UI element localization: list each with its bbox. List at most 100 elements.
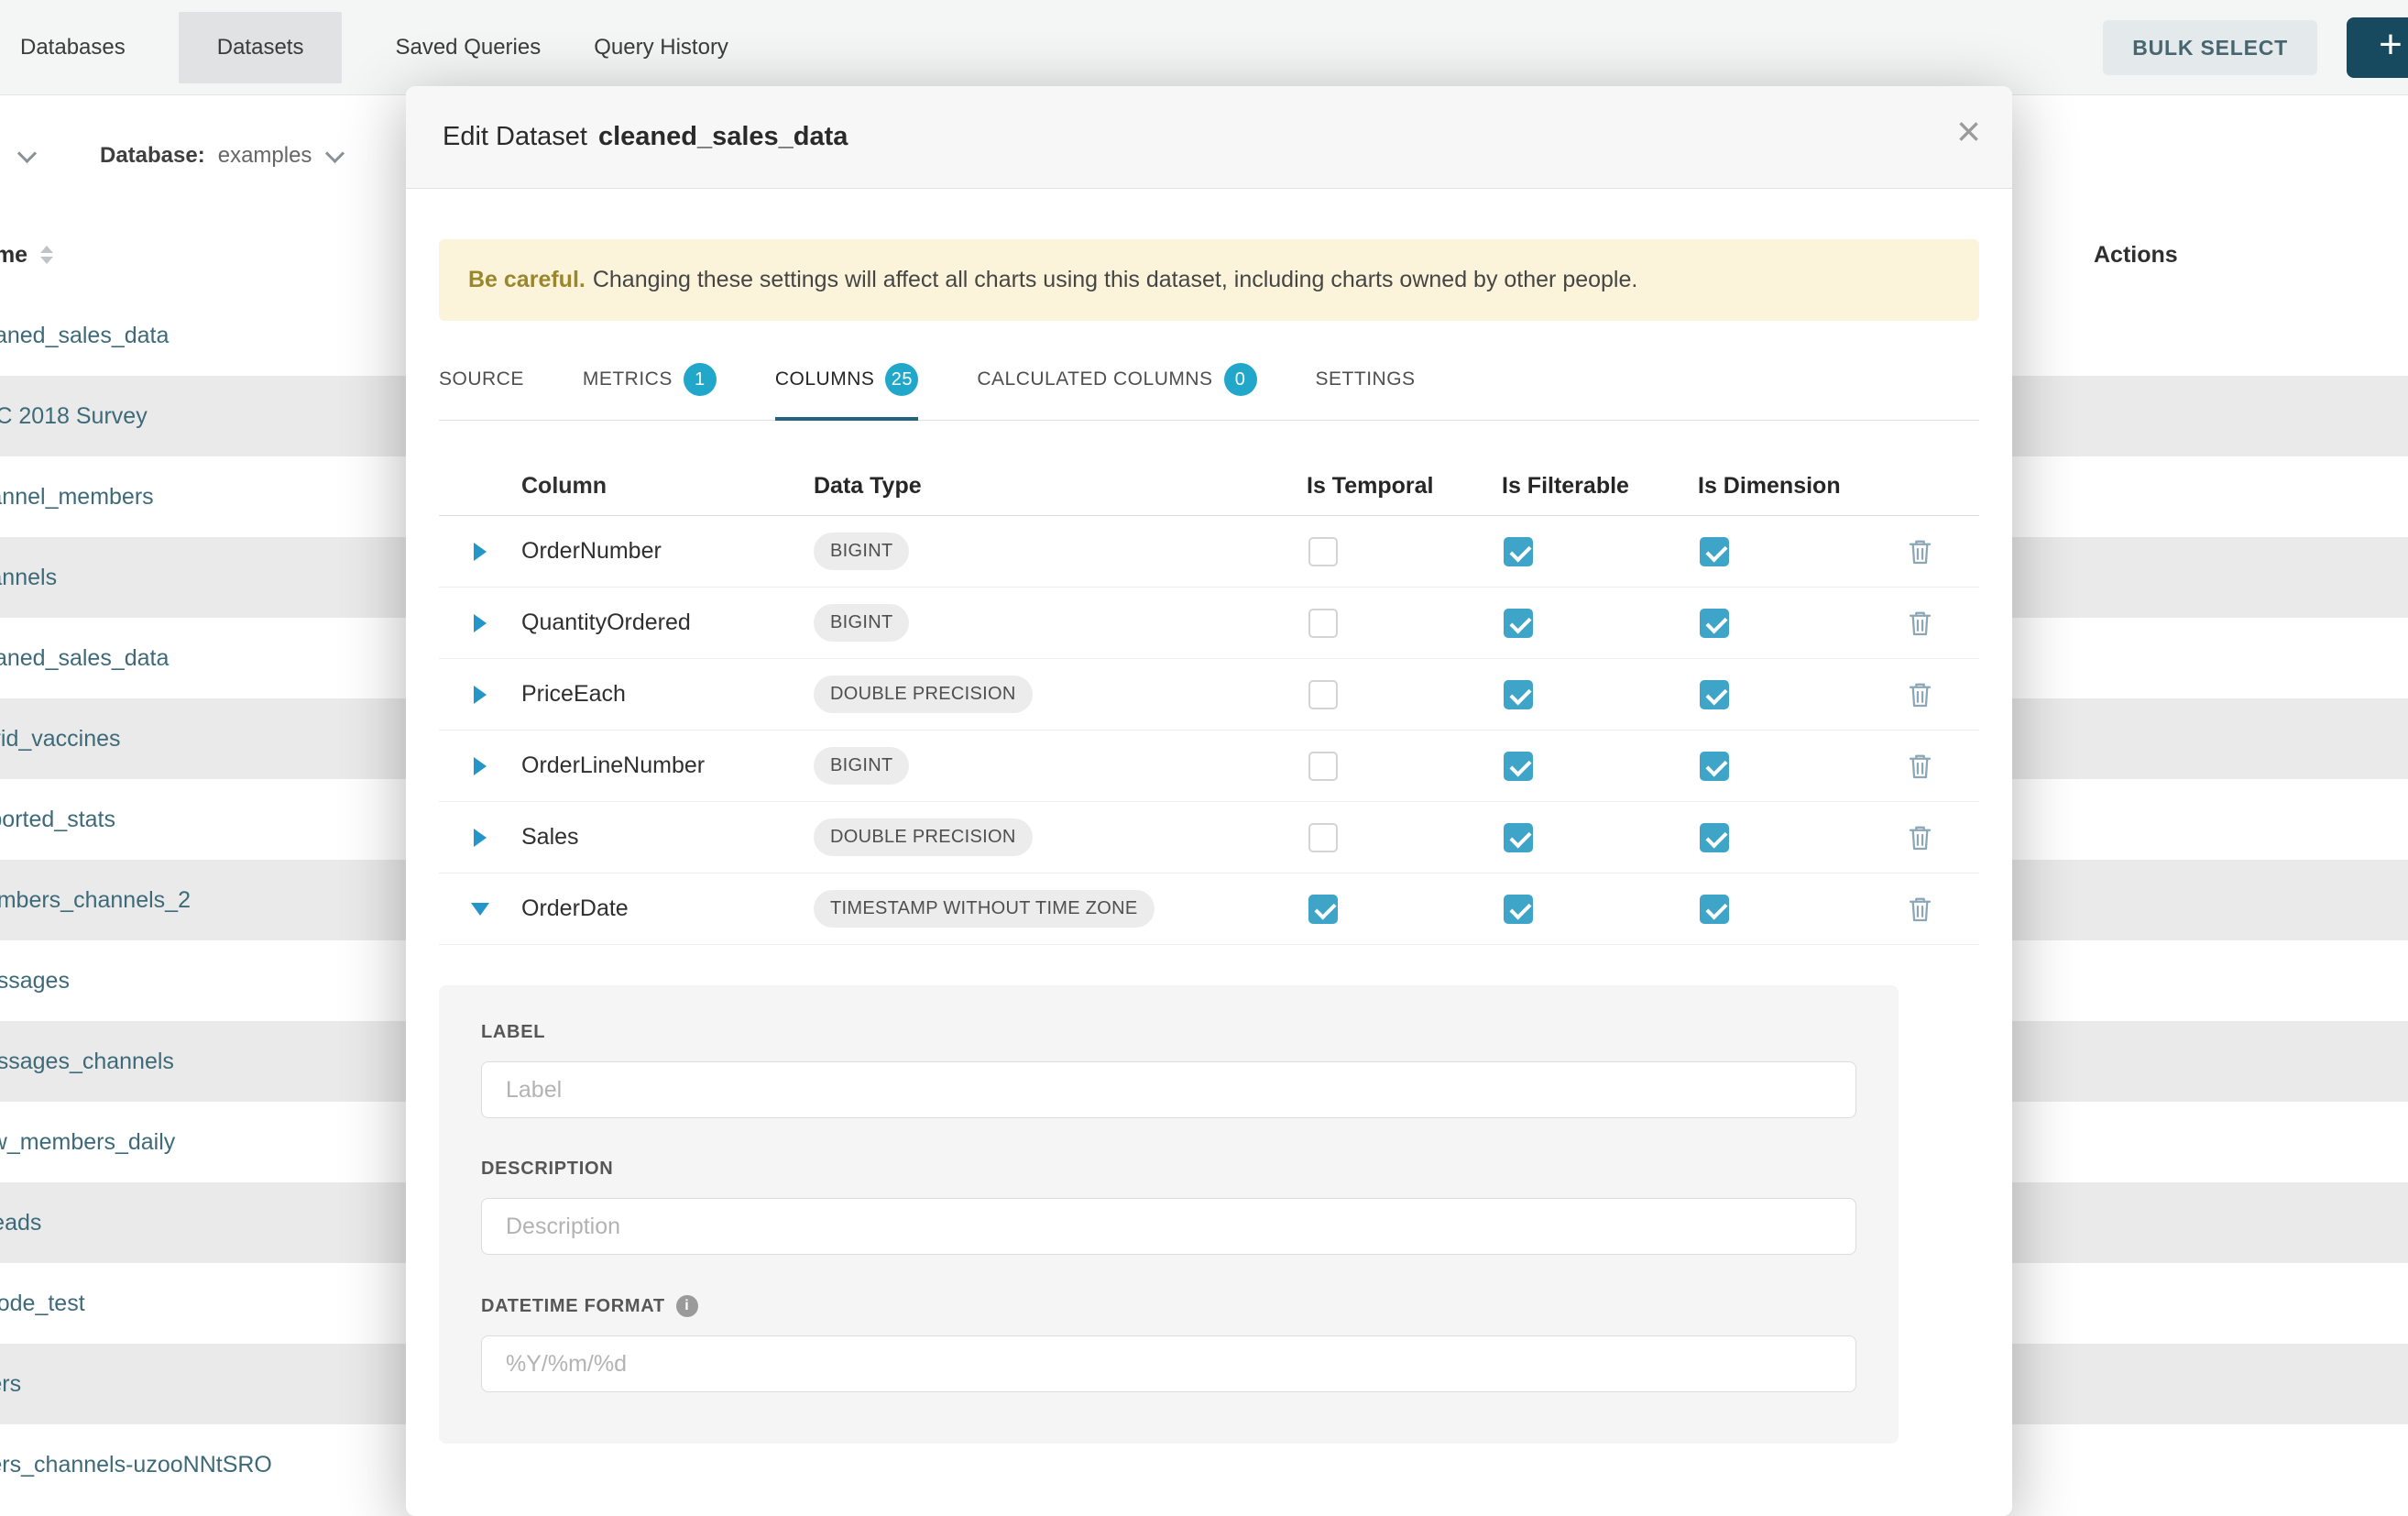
- is-temporal-checkbox[interactable]: [1308, 823, 1338, 852]
- dataset-link[interactable]: exported_stats: [0, 807, 115, 833]
- dataset-link[interactable]: channel_members: [0, 484, 154, 511]
- is-filterable-checkbox[interactable]: [1504, 609, 1533, 638]
- dataset-link[interactable]: new_members_daily: [0, 1129, 175, 1156]
- dataset-link[interactable]: cleaned_sales_data: [0, 323, 169, 349]
- data-type-pill: BIGINT: [814, 747, 909, 785]
- is-dimension-header: Is Dimension: [1698, 473, 1920, 500]
- is-filterable-checkbox[interactable]: [1504, 895, 1533, 924]
- data-type-cell: DOUBLE PRECISION: [814, 818, 1307, 856]
- modal-tab-metrics[interactable]: METRICS1: [583, 363, 717, 420]
- close-icon[interactable]: ×: [1956, 110, 1981, 152]
- label-field-group: LABEL: [481, 1022, 1856, 1118]
- dataset-link[interactable]: messages_channels: [0, 1049, 174, 1075]
- dataset-link[interactable]: users_channels-uzooNNtSRO: [0, 1452, 272, 1478]
- expand-toggle[interactable]: [439, 903, 521, 916]
- data-type-pill: DOUBLE PRECISION: [814, 818, 1033, 856]
- data-type-pill: DOUBLE PRECISION: [814, 676, 1033, 713]
- is-dimension-checkbox[interactable]: [1700, 680, 1729, 709]
- is-filterable-checkbox[interactable]: [1504, 752, 1533, 781]
- data-type-cell: TIMESTAMP WITHOUT TIME ZONE: [814, 890, 1307, 928]
- trash-icon: [1908, 753, 1932, 780]
- label-input[interactable]: [481, 1061, 1856, 1118]
- is-temporal-checkbox[interactable]: [1308, 680, 1338, 709]
- delete-column-button[interactable]: [1908, 753, 1979, 780]
- nav-tab-databases[interactable]: Databases: [20, 35, 126, 60]
- datetime-format-field-label: DATETIME FORMAT i: [481, 1295, 1856, 1317]
- data-type-cell: BIGINT: [814, 533, 1307, 570]
- column-row: OrderNumberBIGINT: [439, 516, 1979, 588]
- column-row: SalesDOUBLE PRECISION: [439, 802, 1979, 873]
- dataset-link[interactable]: channels: [0, 565, 57, 591]
- expand-toggle[interactable]: [439, 829, 521, 847]
- bulk-select-button[interactable]: BULK SELECT: [2103, 20, 2317, 75]
- delete-column-button[interactable]: [1908, 824, 1979, 851]
- filterable-cell: [1502, 680, 1698, 709]
- database-filter-value: examples: [218, 143, 312, 169]
- dataset-link[interactable]: users: [0, 1371, 21, 1398]
- edit-dataset-modal: Edit Dataset cleaned_sales_data × Be car…: [406, 86, 2012, 1516]
- nav-tab-query-history[interactable]: Query History: [594, 35, 728, 60]
- expand-toggle[interactable]: [439, 543, 521, 561]
- is-filterable-checkbox[interactable]: [1504, 680, 1533, 709]
- dataset-link[interactable]: qrcode_test: [0, 1291, 85, 1317]
- data-type-header: Data Type: [814, 473, 1307, 500]
- datetime-format-input[interactable]: [481, 1335, 1856, 1392]
- description-input[interactable]: [481, 1198, 1856, 1255]
- dataset-link[interactable]: FCC 2018 Survey: [0, 403, 148, 430]
- dataset-link[interactable]: covid_vaccines: [0, 726, 121, 753]
- column-name: PriceEach: [521, 681, 814, 708]
- name-column-header: Name: [0, 242, 27, 269]
- is-filterable-checkbox[interactable]: [1504, 823, 1533, 852]
- dataset-link[interactable]: messages: [0, 968, 70, 994]
- dataset-link[interactable]: members_channels_2: [0, 887, 191, 914]
- add-dataset-button[interactable]: +: [2347, 17, 2408, 78]
- is-dimension-checkbox[interactable]: [1700, 752, 1729, 781]
- data-type-pill: BIGINT: [814, 533, 909, 570]
- delete-column-button[interactable]: [1908, 610, 1979, 637]
- is-dimension-checkbox[interactable]: [1700, 823, 1729, 852]
- expand-toggle[interactable]: [439, 757, 521, 775]
- dimension-cell: [1698, 895, 1920, 924]
- columns-table-header: Column Data Type Is Temporal Is Filterab…: [439, 457, 1979, 516]
- info-icon[interactable]: i: [676, 1295, 698, 1317]
- is-temporal-header: Is Temporal: [1307, 473, 1502, 500]
- is-dimension-checkbox[interactable]: [1700, 609, 1729, 638]
- columns-table: Column Data Type Is Temporal Is Filterab…: [439, 457, 1979, 945]
- is-dimension-checkbox[interactable]: [1700, 537, 1729, 566]
- is-dimension-checkbox[interactable]: [1700, 895, 1729, 924]
- modal-tab-columns[interactable]: COLUMNS25: [775, 363, 919, 420]
- nav-tab-saved-queries[interactable]: Saved Queries: [395, 35, 541, 60]
- delete-column-button[interactable]: [1908, 538, 1979, 566]
- chevron-down-icon[interactable]: [17, 144, 37, 163]
- nav-tab-datasets[interactable]: Datasets: [179, 12, 343, 83]
- delete-column-button[interactable]: [1908, 895, 1979, 923]
- is-temporal-checkbox[interactable]: [1308, 752, 1338, 781]
- modal-title-prefix: Edit Dataset: [443, 122, 587, 152]
- trash-icon: [1908, 895, 1932, 923]
- filterable-cell: [1502, 537, 1698, 566]
- is-temporal-checkbox[interactable]: [1308, 537, 1338, 566]
- column-row: QuantityOrderedBIGINT: [439, 588, 1979, 659]
- dataset-link[interactable]: threads: [0, 1210, 41, 1236]
- modal-tab-source[interactable]: SOURCE: [439, 363, 524, 420]
- dataset-link[interactable]: cleaned_sales_data: [0, 645, 169, 672]
- database-filter-label: Database:: [100, 143, 205, 169]
- is-filterable-checkbox[interactable]: [1504, 537, 1533, 566]
- sort-icon[interactable]: [40, 246, 53, 264]
- caret-right-icon: [474, 543, 487, 561]
- dimension-cell: [1698, 752, 1920, 781]
- dimension-cell: [1698, 609, 1920, 638]
- datetime-format-field-group: DATETIME FORMAT i: [481, 1295, 1856, 1392]
- column-header: Column: [521, 473, 814, 500]
- expand-toggle[interactable]: [439, 686, 521, 704]
- modal-tab-calculated-columns[interactable]: CALCULATED COLUMNS0: [977, 363, 1256, 420]
- is-temporal-checkbox[interactable]: [1308, 895, 1338, 924]
- column-name: QuantityOrdered: [521, 610, 814, 636]
- database-filter-select[interactable]: Database: examples: [100, 143, 342, 169]
- delete-column-button[interactable]: [1908, 681, 1979, 709]
- expand-toggle[interactable]: [439, 614, 521, 632]
- is-temporal-checkbox[interactable]: [1308, 609, 1338, 638]
- dimension-cell: [1698, 537, 1920, 566]
- modal-tab-settings[interactable]: SETTINGS: [1316, 363, 1416, 420]
- trash-icon: [1908, 824, 1932, 851]
